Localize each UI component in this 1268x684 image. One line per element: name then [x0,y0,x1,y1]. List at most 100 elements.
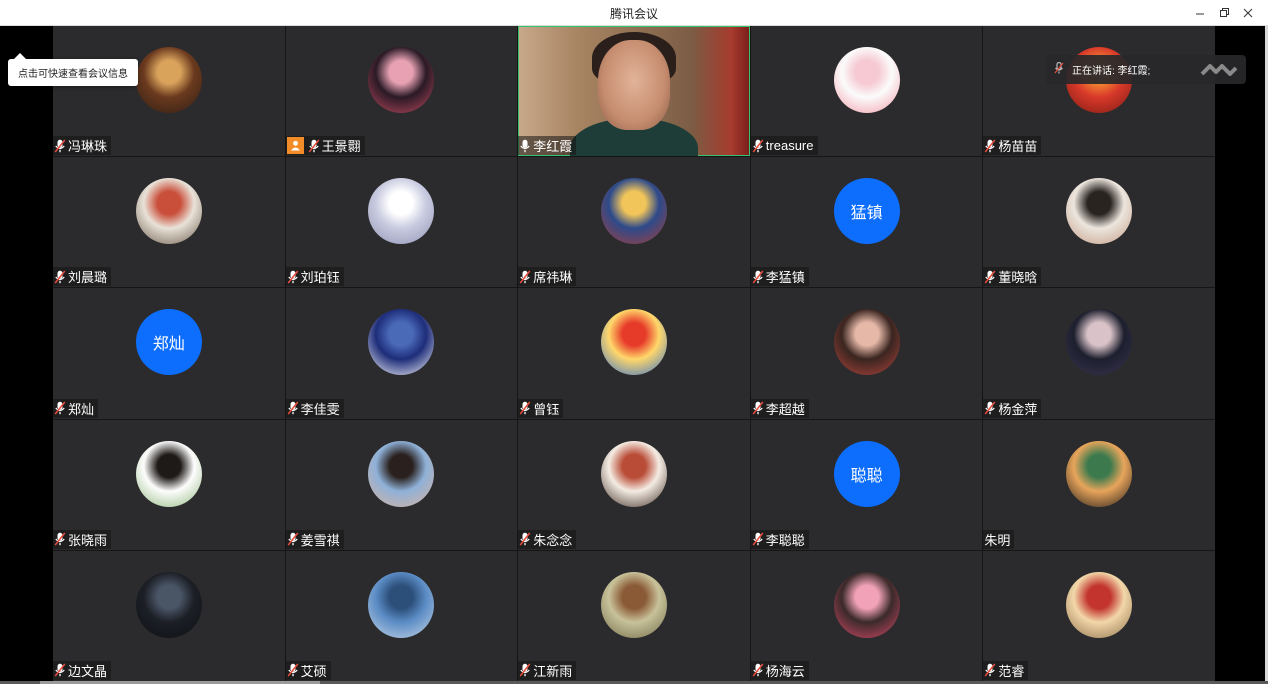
participant-tile[interactable]: 张晓雨 [53,419,285,550]
muted-mic-icon [54,270,66,284]
name-plate: 席祎琳 [518,267,577,287]
muted-mic-icon [287,663,299,677]
participant-name: 曾钰 [533,401,560,417]
participant-name: 李红霞 [533,139,573,155]
muted-mic-icon [54,401,66,415]
name-plate: 曾钰 [518,398,564,418]
participant-tile[interactable]: 杨苗苗 [983,26,1215,157]
name-plate: treasure [750,136,818,156]
text-avatar: 郑灿 [135,309,202,376]
participant-tile[interactable]: 王景翾 [285,26,518,157]
participant-tile[interactable]: 李红霞 [518,26,750,157]
name-plate: 李佳雯 [285,398,344,418]
title-bar: 腾讯会议 [0,0,1268,26]
participant-tile[interactable]: 姜雪祺 [285,419,518,550]
crayon-boy-avatar-icon [600,309,667,376]
muted-mic-icon [54,663,66,677]
participant-tile[interactable]: 刘晨璐 [53,157,285,288]
participant-tile[interactable]: 猛镇李猛镇 [750,157,983,288]
muted-mic-icon [519,401,531,415]
cartoon-rabbit-avatar-icon [833,47,900,114]
participant-tile[interactable]: 杨海云 [750,550,983,681]
cartoon-girl-avatar-icon [600,440,667,507]
name-plate: 杨海云 [750,660,809,680]
participant-name: 李猛镇 [765,270,805,286]
anime-girl-flowers-avatar-icon [135,440,202,507]
name-plate: 朱念念 [518,529,577,549]
participant-tile[interactable]: 聪聪李聪聪 [750,419,983,550]
red-string-avatar-icon [1066,571,1133,638]
muted-mic-icon [287,270,299,284]
participant-tile[interactable]: 李佳雯 [285,288,518,419]
close-button[interactable] [1236,3,1260,23]
participant-name: 李超越 [765,401,805,417]
name-plate: 江新雨 [518,660,577,680]
name-plate: 艾硕 [285,660,331,680]
name-plate: 杨金萍 [983,398,1042,418]
participant-name: 江新雨 [533,663,573,679]
muted-mic-icon [287,532,299,546]
minimize-button[interactable] [1188,3,1212,23]
muted-mic-icon [287,401,299,415]
participant-name: 席祎琳 [533,270,573,286]
text-banner-avatar-icon [368,309,435,376]
participant-name: 杨苗苗 [998,139,1038,155]
pink-kirby-avatar-icon [833,571,900,638]
tencent-meeting-logo-icon [1200,60,1238,80]
participant-tile[interactable]: 郑灿 郑灿 [53,288,285,419]
participant-tile[interactable]: 艾硕 [285,550,518,681]
name-plate: 董晓晗 [983,267,1042,287]
participant-tile[interactable]: 朱念念 [518,419,750,550]
anime-girl-white-avatar-icon [368,178,435,245]
participant-tile[interactable]: 朱明 [983,419,1215,550]
lake-sky-avatar-icon [368,571,435,638]
anime-girl-reading-avatar-icon [135,47,202,114]
close-icon [1243,8,1253,18]
participant-tile[interactable]: 席祎琳 [518,157,750,288]
muted-mic-icon [752,663,764,677]
anime-girl-blonde-avatar-icon [600,178,667,245]
participant-tile[interactable]: 董晓晗 [983,157,1215,288]
name-plate: 范睿 [983,660,1029,680]
name-plate: 李猛镇 [750,267,809,287]
name-plate: 刘珀钰 [285,267,344,287]
muted-mic-icon [1054,61,1064,77]
participant-name: 董晓晗 [998,270,1038,286]
participant-name: 李聪聪 [765,532,805,548]
name-plate: 张晓雨 [53,529,112,549]
speaking-indicator: 正在讲话: 李红霞; [1046,55,1246,84]
name-plate: 李红霞 [518,136,577,156]
participant-tile[interactable]: treasure [750,26,983,157]
dark-warrior-avatar-icon [135,571,202,638]
muted-mic-icon [752,139,764,153]
window-title: 腾讯会议 [609,7,658,21]
participant-tile[interactable]: 刘珀钰 [285,157,518,288]
anime-girl-pink-avatar-icon [368,47,435,114]
participant-name: 李佳雯 [300,401,340,417]
participant-tile[interactable]: 曾钰 [518,288,750,419]
muted-mic-icon [54,532,66,546]
mic-icon [519,139,531,153]
muted-mic-icon [984,663,996,677]
participant-tile[interactable]: 江新雨 [518,550,750,681]
participant-name: 张晓雨 [68,532,108,548]
text-avatar: 聪聪 [833,440,900,507]
participant-tile[interactable]: 范睿 [983,550,1215,681]
participant-tile[interactable]: 李超越 [750,288,983,419]
participant-name: 杨海云 [765,663,805,679]
meeting-info-tooltip[interactable]: 点击可快速查看会议信息 [8,53,138,86]
participant-name: 刘珀钰 [300,270,340,286]
name-plate: 刘晨璐 [53,267,112,287]
host-badge-icon [286,137,304,155]
participant-name: 刘晨璐 [68,270,108,286]
text-avatar: 猛镇 [833,178,900,245]
name-plate: 王景翾 [285,136,365,156]
participant-name: 艾硕 [300,663,327,679]
participant-tile[interactable]: 冯琳珠 [53,26,285,157]
restore-button[interactable] [1212,3,1236,23]
muted-mic-icon [54,139,66,153]
girl-photo-avatar-icon [1066,178,1133,245]
participant-tile[interactable]: 杨金萍 [983,288,1215,419]
participant-tile[interactable]: 边文晶 [53,550,285,681]
muted-mic-icon [984,139,996,153]
